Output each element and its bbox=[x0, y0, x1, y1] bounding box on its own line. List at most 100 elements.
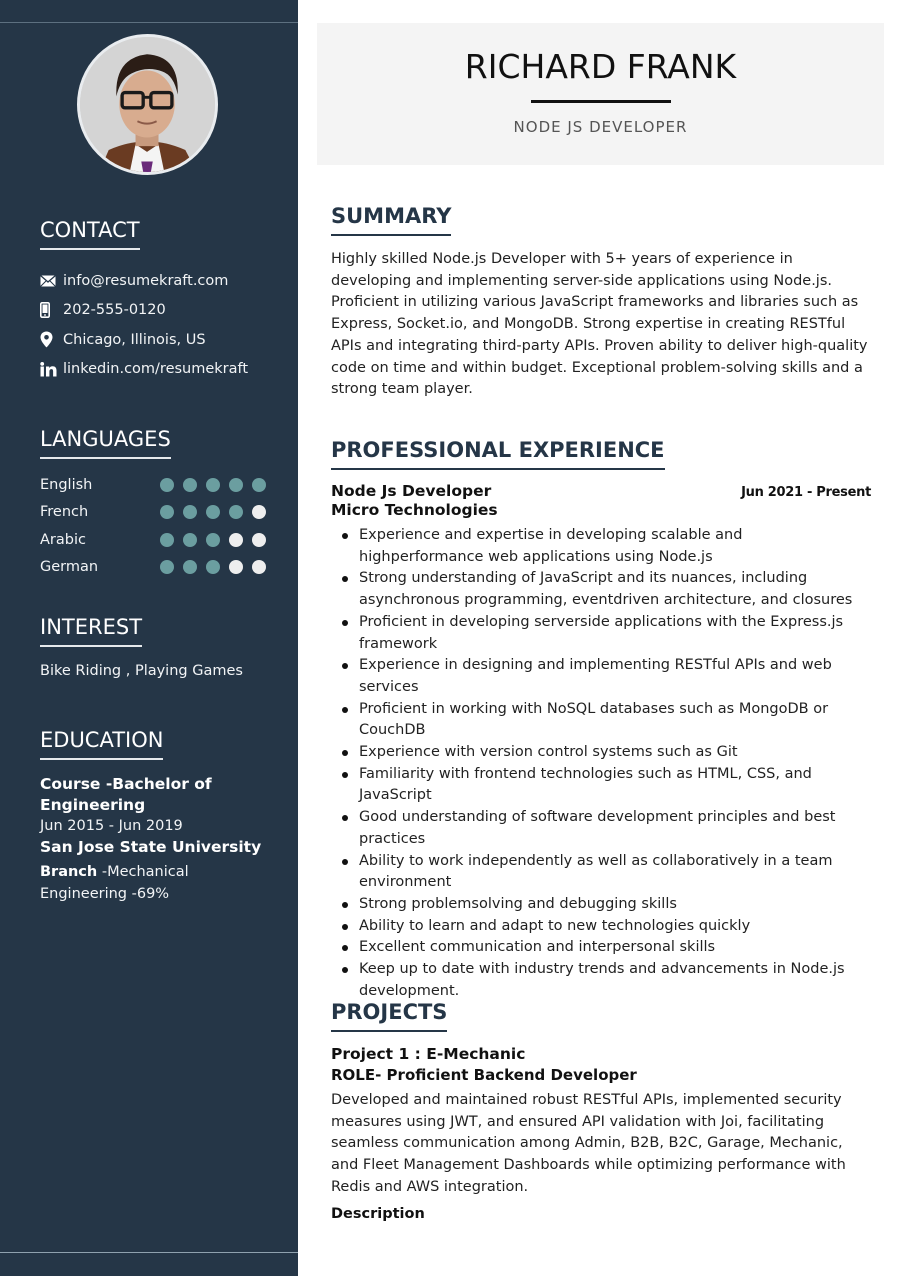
language-name: French bbox=[40, 504, 89, 521]
job-dates: Jun 2021 - Present bbox=[741, 485, 871, 500]
job-bullet: Good understanding of software developme… bbox=[331, 807, 871, 850]
summary-text: Highly skilled Node.js Developer with 5+… bbox=[331, 251, 868, 398]
projects-section: PROJECTS Project 1 : E-Mechanic ROLE- Pr… bbox=[331, 1000, 871, 1222]
language-row: German bbox=[40, 554, 270, 582]
language-row: Arabic bbox=[40, 526, 270, 554]
rating-dot-filled bbox=[206, 560, 220, 575]
project-entry: Project 1 : E-Mechanic ROLE- Proficient … bbox=[331, 1044, 871, 1222]
rating-dot-filled bbox=[160, 477, 174, 492]
language-rating bbox=[160, 477, 266, 492]
education-heading: EDUCATION bbox=[40, 728, 164, 760]
sidebar-top-divider bbox=[0, 22, 298, 23]
job-bullet: Proficient in working with NoSQL databas… bbox=[331, 699, 871, 742]
summary-section: SUMMARY Highly skilled Node.js Developer… bbox=[331, 204, 871, 401]
education-section: EDUCATION Course -Bachelor of Engineerin… bbox=[40, 728, 270, 905]
contact-location-text: Chicago, Illinois, US bbox=[63, 331, 206, 348]
contact-heading: CONTACT bbox=[40, 218, 140, 250]
job-bullet: Ability to learn and adapt to new techno… bbox=[331, 916, 871, 938]
contact-list: info@resumekraft.com 202-555-0120 Chicag… bbox=[40, 266, 270, 384]
education-course: Course -Bachelor of Engineering bbox=[40, 775, 212, 814]
job-bullet: Proficient in developing serverside appl… bbox=[331, 612, 871, 655]
candidate-name: RICHARD FRANK bbox=[464, 47, 737, 86]
rating-dot-filled bbox=[206, 505, 220, 520]
education-branch: Branch -Mechanical Engineering -69% bbox=[40, 861, 270, 905]
rating-dot-filled bbox=[160, 532, 174, 547]
job-header: Node Js Developer Jun 2021 - Present bbox=[331, 482, 871, 500]
job-company: Micro Technologies bbox=[331, 501, 498, 519]
contact-email-text: info@resumekraft.com bbox=[63, 272, 229, 289]
contact-email[interactable]: info@resumekraft.com bbox=[40, 266, 270, 296]
job-bullet: Strong understanding of JavaScript and i… bbox=[331, 568, 871, 611]
interest-section: INTEREST Bike Riding , Playing Games bbox=[40, 615, 270, 679]
education-branch-label: Branch bbox=[40, 864, 98, 880]
job-bullet: Strong problemsolving and debugging skil… bbox=[331, 894, 871, 916]
envelope-icon bbox=[40, 274, 63, 287]
job-bullet: Familiarity with frontend technologies s… bbox=[331, 764, 871, 807]
languages-list: English French Arabic German bbox=[40, 471, 270, 581]
rating-dot-filled bbox=[183, 560, 197, 575]
rating-dot-filled bbox=[183, 505, 197, 520]
project-description-label: Description bbox=[331, 1205, 425, 1222]
summary-heading: SUMMARY bbox=[331, 204, 452, 236]
rating-dot-filled bbox=[252, 477, 266, 492]
rating-dot-empty bbox=[229, 532, 243, 547]
rating-dot-filled bbox=[229, 505, 243, 520]
profile-photo bbox=[77, 34, 218, 175]
job-role: Node Js Developer bbox=[331, 482, 492, 500]
experience-heading: PROFESSIONAL EXPERIENCE bbox=[331, 438, 665, 470]
job-bullet: Experience and expertise in developing s… bbox=[331, 525, 871, 568]
language-name: Arabic bbox=[40, 531, 86, 548]
rating-dot-empty bbox=[252, 560, 266, 575]
linkedin-icon bbox=[40, 361, 63, 377]
job-bullet: Experience with version control systems … bbox=[331, 742, 871, 764]
candidate-title: NODE JS DEVELOPER bbox=[513, 118, 688, 136]
rating-dot-filled bbox=[206, 532, 220, 547]
contact-section: CONTACT info@resumekraft.com 202-555-012… bbox=[40, 218, 270, 384]
rating-dot-filled bbox=[183, 477, 197, 492]
rating-dot-filled bbox=[206, 477, 220, 492]
rating-dot-empty bbox=[252, 532, 266, 547]
language-name: German bbox=[40, 559, 99, 576]
job-bullet: Ability to work independently as well as… bbox=[331, 851, 871, 894]
rating-dot-filled bbox=[183, 532, 197, 547]
education-school: San Jose State University bbox=[40, 838, 262, 856]
project-description: Developed and maintained robust RESTful … bbox=[331, 1092, 846, 1195]
rating-dot-filled bbox=[229, 477, 243, 492]
language-row: English bbox=[40, 471, 270, 499]
language-row: French bbox=[40, 499, 270, 527]
job-entry: Node Js Developer Jun 2021 - Present Mic… bbox=[331, 482, 871, 1002]
name-divider bbox=[530, 100, 671, 103]
job-bullet: Experience in designing and implementing… bbox=[331, 655, 871, 698]
language-rating bbox=[160, 505, 266, 520]
language-rating bbox=[160, 532, 266, 547]
languages-heading: LANGUAGES bbox=[40, 427, 171, 459]
job-bullet: Keep up to date with industry trends and… bbox=[331, 959, 871, 1002]
languages-section: LANGUAGES English French Arabic German bbox=[40, 427, 270, 581]
contact-phone-text: 202-555-0120 bbox=[63, 302, 166, 319]
experience-section: PROFESSIONAL EXPERIENCE Node Js Develope… bbox=[331, 438, 871, 1002]
rating-dot-empty bbox=[252, 505, 266, 520]
project-role: ROLE- Proficient Backend Developer bbox=[331, 1066, 637, 1084]
rating-dot-empty bbox=[229, 560, 243, 575]
sidebar-bottom-divider bbox=[0, 1252, 298, 1253]
rating-dot-filled bbox=[160, 505, 174, 520]
job-bullets: Experience and expertise in developing s… bbox=[331, 525, 871, 1002]
contact-linkedin-text: linkedin.com/resumekraft bbox=[63, 361, 249, 378]
language-rating bbox=[160, 560, 266, 575]
sidebar: CONTACT info@resumekraft.com 202-555-012… bbox=[0, 0, 298, 1276]
job-bullet: Excellent communication and interpersona… bbox=[331, 937, 871, 959]
name-header: RICHARD FRANK NODE JS DEVELOPER bbox=[317, 23, 884, 165]
mobile-phone-icon bbox=[40, 302, 63, 319]
contact-location: Chicago, Illinois, US bbox=[40, 325, 270, 355]
interest-heading: INTEREST bbox=[40, 615, 143, 647]
projects-heading: PROJECTS bbox=[331, 1000, 448, 1032]
rating-dot-filled bbox=[160, 560, 174, 575]
project-name: Project 1 : E-Mechanic bbox=[331, 1045, 526, 1063]
language-name: English bbox=[40, 476, 93, 493]
interest-text: Bike Riding , Playing Games bbox=[40, 663, 243, 679]
profile-photo-illustration bbox=[80, 37, 215, 172]
education-dates: Jun 2015 - Jun 2019 bbox=[40, 818, 183, 834]
map-pin-icon bbox=[40, 331, 63, 348]
contact-linkedin[interactable]: linkedin.com/resumekraft bbox=[40, 355, 270, 385]
contact-phone[interactable]: 202-555-0120 bbox=[40, 296, 270, 326]
